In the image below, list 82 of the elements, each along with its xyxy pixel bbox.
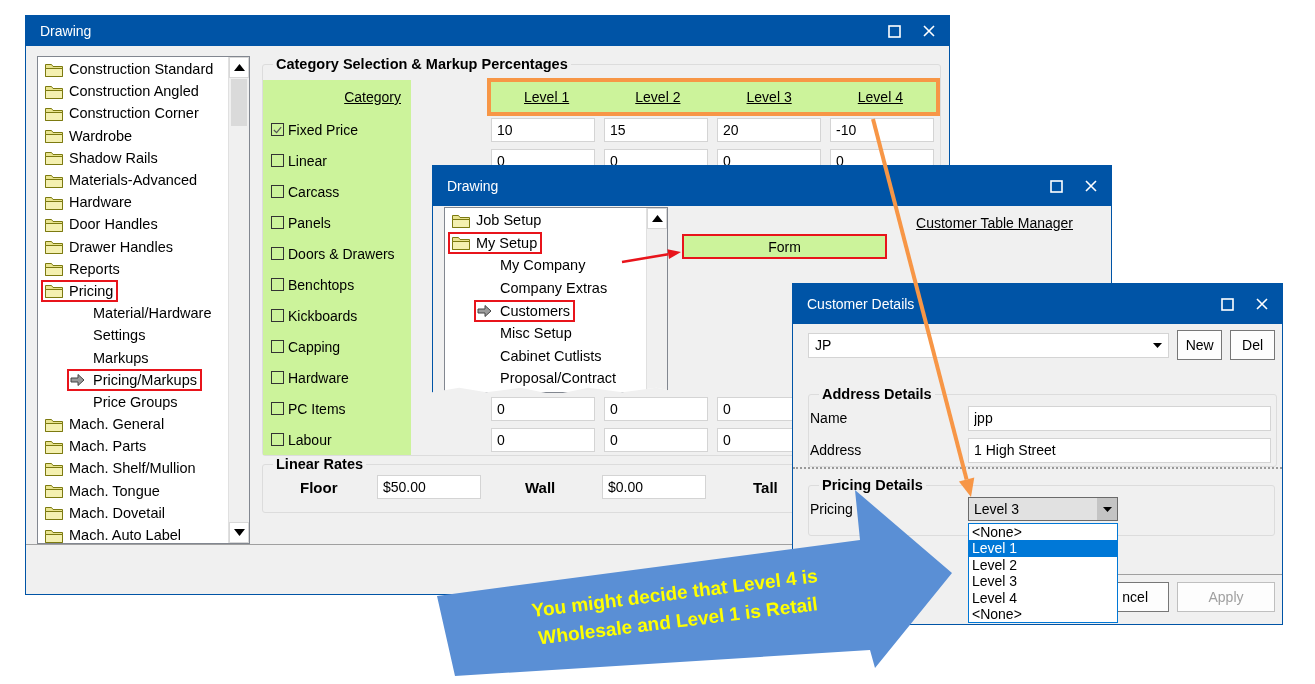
window-title: Customer Details [807, 296, 916, 312]
dropdown-option[interactable]: Level 4 [969, 589, 1117, 606]
tree-item[interactable]: Mach. Parts [41, 435, 152, 458]
tree-item[interactable]: Shadow Rails [41, 146, 163, 169]
tree-item[interactable]: Misc Setup [474, 322, 577, 345]
group-title: Address Details [821, 386, 933, 402]
button[interactable]: New [1177, 330, 1223, 360]
tree-item[interactable]: Pricing/Markups [67, 368, 202, 391]
tree-item[interactable]: Mach. Tongue [41, 479, 165, 502]
tree-item[interactable]: Construction Standard [41, 58, 219, 81]
input-field[interactable]: 10 [491, 117, 595, 142]
tree-item[interactable]: Reports [41, 257, 125, 280]
group-title: Category Selection & Markup Percentages [275, 56, 569, 72]
tree-item[interactable]: Material/Hardware [67, 302, 217, 325]
checkbox-label: PC Items [288, 400, 346, 417]
tree-item[interactable]: Company Extras [474, 277, 613, 300]
pricing-dropdown[interactable]: Level 3 [968, 497, 1118, 521]
input-field[interactable]: 15 [604, 117, 708, 142]
input-field[interactable]: 0 [491, 396, 595, 421]
field-label: Tall [753, 478, 778, 496]
button[interactable]: Del [1230, 330, 1275, 360]
tree-item[interactable]: Materials-Advanced [41, 169, 203, 192]
dropdown-option[interactable]: Level 3 [969, 573, 1117, 590]
dropdown-option[interactable]: Level 2 [969, 556, 1117, 574]
window-title: Drawing [447, 178, 500, 194]
field-label: Wall [525, 478, 557, 496]
input-field[interactable]: jpp [968, 405, 1271, 431]
tree-item[interactable]: Hardware [41, 191, 137, 214]
tree-item[interactable]: Mach. General [41, 413, 170, 436]
tree-item[interactable]: Door Handles [41, 213, 163, 236]
tree-item[interactable]: Mach. Dovetail [41, 501, 170, 524]
tree-item[interactable]: Settings [67, 324, 151, 347]
dropdown-option[interactable]: <None> [969, 524, 1117, 541]
checkbox-label: Capping [288, 338, 341, 355]
link[interactable]: Customer Table Manager [916, 215, 1073, 231]
customer-dropdown[interactable]: JP [808, 332, 1170, 358]
column-header[interactable]: Level 3 [746, 89, 792, 105]
field-label: Pricing [809, 501, 854, 517]
input-field[interactable]: 1 High Street [968, 437, 1271, 463]
tree-item[interactable]: Mach. Auto Label [41, 524, 187, 543]
input-field[interactable]: 0 [604, 427, 708, 452]
checkbox-label: Hardware [288, 369, 349, 386]
tree-item[interactable]: Pricing [41, 279, 119, 302]
checkbox-label: Labour [288, 431, 332, 448]
tree-item[interactable]: Job Setup [448, 209, 547, 232]
column-header[interactable]: Level 4 [857, 89, 903, 105]
tree-item[interactable]: Proposal/Contract [474, 367, 622, 390]
tree-item[interactable]: My Setup [448, 231, 543, 254]
tree-item[interactable]: Wardrobe [41, 124, 138, 147]
column-header[interactable]: Level 2 [635, 89, 681, 105]
tree-item[interactable]: Construction Corner [41, 102, 204, 125]
checkbox-label: Kickboards [288, 307, 358, 324]
group-title: Linear Rates [275, 456, 365, 472]
checkbox-label: Fixed Price [288, 121, 359, 138]
input-field[interactable]: $50.00 [377, 475, 481, 499]
tree-item[interactable]: Cabinet Cutlists [474, 344, 607, 367]
group-title: Pricing Details [821, 477, 924, 493]
input-field[interactable]: $0.00 [602, 475, 706, 499]
input-field[interactable]: 0 [491, 427, 595, 452]
input-field[interactable]: 20 [717, 117, 821, 142]
tree-item[interactable]: Construction Angled [41, 80, 204, 103]
form-button[interactable]: Form [682, 234, 887, 259]
input-field[interactable]: -10 [830, 117, 934, 142]
input-field[interactable]: 0 [604, 396, 708, 421]
tree-item[interactable]: My Company [474, 254, 591, 277]
tree-item[interactable]: Customers [474, 299, 576, 322]
checkbox-label: Linear [288, 152, 327, 169]
checkbox-label: Panels [288, 214, 331, 231]
dropdown-option[interactable]: Level 1 [969, 540, 1117, 557]
tree-item[interactable]: Drawer Handles [41, 235, 178, 258]
column-header[interactable]: Level 1 [524, 89, 570, 105]
tree-item[interactable]: Markups [67, 346, 154, 369]
tree-item[interactable]: Price Groups [67, 390, 183, 413]
tree-item[interactable]: Mach. Shelf/Mullion [41, 457, 201, 480]
checkbox-label: Doors & Drawers [288, 245, 395, 262]
callout-text: You might decide that Level 4 is Wholesale and Level 1 is Retail [530, 565, 819, 649]
window-title: Drawing [40, 23, 93, 39]
field-label: Floor [300, 478, 339, 496]
checkbox-label: Carcass [288, 183, 340, 200]
dropdown-option[interactable]: <None> [969, 605, 1117, 623]
checkbox-label: Benchtops [288, 276, 355, 293]
column-header[interactable]: Category [344, 89, 401, 105]
